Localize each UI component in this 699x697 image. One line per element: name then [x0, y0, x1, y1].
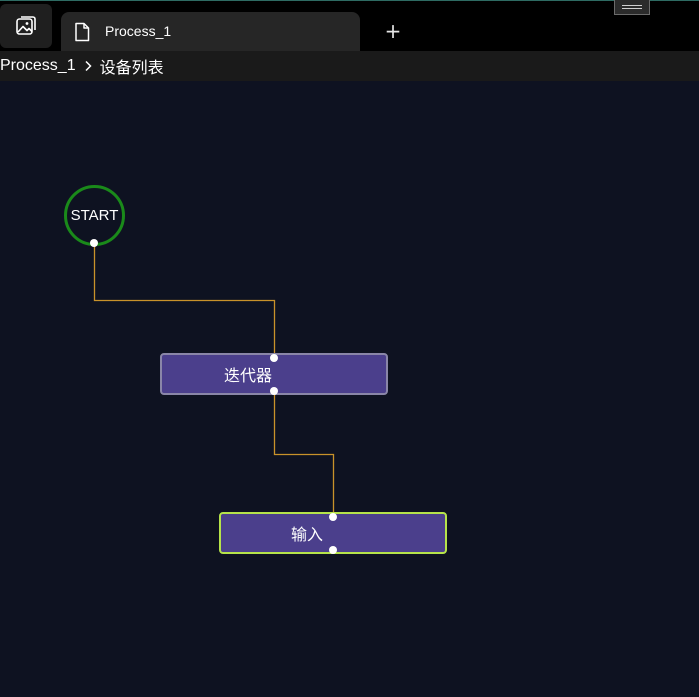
- window-drag-handle[interactable]: [614, 0, 650, 15]
- tab-process-1[interactable]: Process_1: [61, 12, 360, 51]
- breadcrumb-item-process[interactable]: Process_1: [0, 57, 76, 75]
- title-bar: Process_1 +: [0, 0, 699, 51]
- app-menu-button[interactable]: [0, 4, 52, 48]
- iterator-node-label: 迭代器: [224, 366, 273, 385]
- start-node-label: START: [70, 207, 119, 224]
- flow-canvas[interactable]: START 迭代器 输入: [0, 81, 699, 697]
- tab-label: Process_1: [105, 23, 172, 39]
- title-bar-accent: [0, 0, 699, 1]
- document-icon: [75, 22, 90, 42]
- breadcrumb-item-device-list[interactable]: 设备列表: [100, 54, 164, 78]
- input-node-output-port[interactable]: [329, 546, 337, 554]
- input-node-label: 输入: [291, 525, 324, 544]
- iterator-input-port[interactable]: [270, 354, 278, 362]
- image-gallery-icon: [16, 16, 36, 35]
- connection-start-to-iterator[interactable]: [93, 242, 276, 358]
- start-node[interactable]: START: [64, 185, 125, 246]
- new-tab-button[interactable]: +: [381, 19, 405, 43]
- breadcrumb: Process_1 设备列表: [0, 51, 699, 81]
- input-node-input-port[interactable]: [329, 513, 337, 521]
- iterator-output-port[interactable]: [270, 387, 278, 395]
- connection-iterator-to-input[interactable]: [273, 391, 335, 517]
- start-output-port[interactable]: [90, 239, 98, 247]
- chevron-right-icon: [84, 60, 92, 72]
